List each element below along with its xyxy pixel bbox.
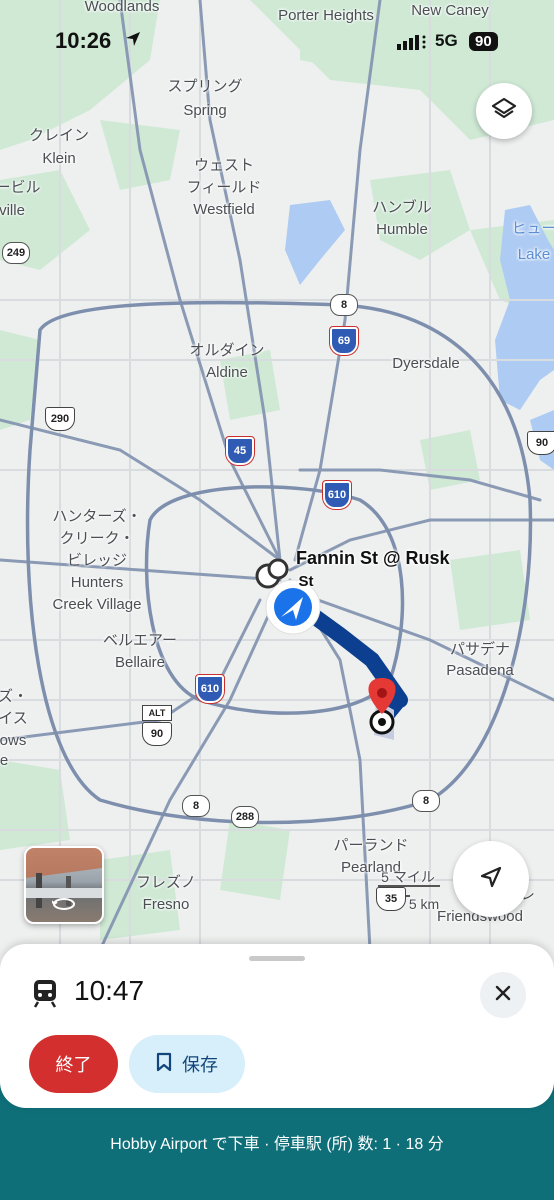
place-label: フレズノ <box>135 874 197 891</box>
end-button-label: 終了 <box>55 1055 92 1075</box>
place-label: ービル <box>0 179 41 196</box>
scale-label-miles: 5 マイル <box>381 869 435 885</box>
save-button-label: 保存 <box>182 1055 218 1075</box>
place-label: Woodlands <box>84 0 160 15</box>
status-time: 10:26 <box>55 28 112 53</box>
place-label: ハンターズ・ <box>52 508 142 525</box>
my-location-button[interactable] <box>453 841 529 917</box>
place-label: Bellaire <box>114 654 166 671</box>
interstate-shield: 610 <box>196 675 224 703</box>
trip-card: 10:47 終了 保存 <box>0 944 554 1108</box>
place-label: ウェスト <box>193 157 255 174</box>
place-label: Hunters <box>70 574 124 591</box>
stop-name-label-tail: St <box>298 573 314 590</box>
arrival-time: 10:47 <box>74 975 145 1006</box>
location-services-icon <box>124 30 142 53</box>
network-type: 5G <box>435 31 458 50</box>
highway-shield: 90 <box>142 722 172 746</box>
layers-icon <box>490 95 518 128</box>
place-label: Humble <box>376 221 428 238</box>
train-icon <box>31 978 59 1013</box>
place-label: Lake <box>517 246 551 263</box>
highway-shield: 249 <box>2 242 30 264</box>
cellular-signal-icon <box>397 34 427 55</box>
layers-button[interactable] <box>476 83 532 139</box>
close-button[interactable] <box>480 972 526 1018</box>
place-label: ベルエアー <box>102 632 178 649</box>
place-label: Porter Heights <box>278 7 374 24</box>
place-label: ハンブル <box>372 199 432 216</box>
place-label: オルダイン <box>189 342 265 359</box>
place-label: スプリング <box>167 78 243 95</box>
highway-shield: 8 <box>412 790 440 812</box>
interstate-shield: 45 <box>226 437 254 465</box>
bookmark-icon <box>156 1052 172 1077</box>
street-view-rotate-icon <box>51 897 76 916</box>
place-label: クリーク・ <box>59 530 135 547</box>
place-label: ビレッジ <box>66 552 128 569</box>
place-label: Dyersdale <box>392 355 460 372</box>
drag-handle[interactable] <box>249 956 305 961</box>
navigation-arrow-icon <box>478 864 504 895</box>
place-label: Fresno <box>142 896 190 913</box>
trip-summary-text: Hobby Airport で下車 · 停車駅 (所) 数: 1 · 18 分 <box>110 1136 444 1153</box>
highway-shield: 288 <box>231 806 259 828</box>
interstate-shield: 610 <box>323 481 351 509</box>
place-label: ville <box>0 202 25 219</box>
highway-shield: 8 <box>182 795 210 817</box>
highway-shield: 35 <box>376 887 406 911</box>
highway-shield: 8 <box>330 294 358 316</box>
street-view-thumbnail[interactable] <box>24 846 104 924</box>
battery-level: 90 <box>469 32 498 51</box>
save-button[interactable]: 保存 <box>129 1035 245 1093</box>
place-label: ヒュー <box>511 220 554 237</box>
place-label: New Caney <box>411 2 489 19</box>
place-label: Westfield <box>193 201 255 218</box>
place-label: パサデナ <box>449 641 511 658</box>
place-label: Spring <box>183 102 227 119</box>
place-label: クレイン <box>28 127 90 144</box>
interstate-shield: 69 <box>330 327 358 355</box>
close-icon <box>494 984 512 1007</box>
place-label: フィールド <box>186 179 262 196</box>
highway-shield: ALT <box>142 705 172 721</box>
place-label: e <box>0 752 9 769</box>
stop-name-label: Fannin St @ Rusk <box>296 548 450 568</box>
place-label: Aldine <box>206 364 248 381</box>
place-label: Pasadena <box>446 662 514 679</box>
place-label: イス <box>0 710 28 727</box>
status-bar: 10:26 5G 90 <box>0 28 554 58</box>
place-label: パーランド <box>333 837 409 854</box>
place-label: Klein <box>42 150 76 167</box>
place-label: ows <box>0 732 27 749</box>
scale-label-km: 5 km <box>408 896 440 912</box>
highway-shield: 90 <box>527 431 554 455</box>
highway-shield: 290 <box>45 407 75 431</box>
place-label: Creek Village <box>52 596 142 613</box>
place-label: ズ・ <box>0 688 29 705</box>
end-button[interactable]: 終了 <box>29 1035 118 1093</box>
